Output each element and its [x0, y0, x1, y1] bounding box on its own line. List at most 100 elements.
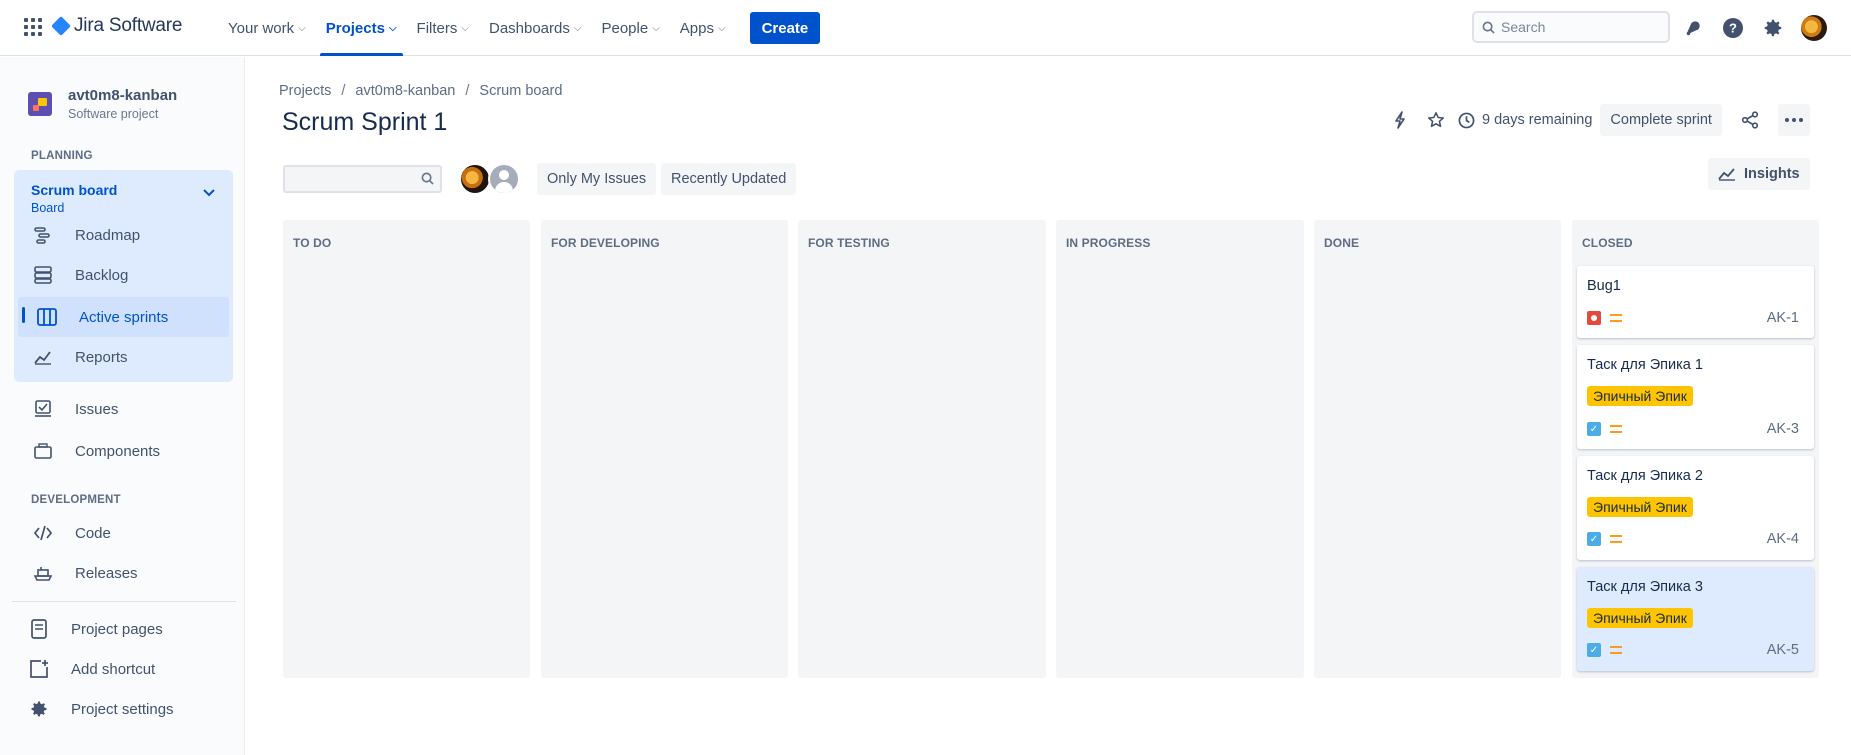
issues-icon: [32, 398, 54, 420]
nav-your-work[interactable]: Your work ⌵: [218, 0, 316, 56]
sidebar-item-label: Releases: [75, 564, 138, 582]
sidebar-item-project-pages[interactable]: Project pages: [10, 611, 225, 647]
issue-card-selected[interactable]: Таск для Эпика 3 Эпичный Эпик ✓ AK-5: [1577, 567, 1814, 671]
epic-label: Эпичный Эпик: [1587, 608, 1693, 628]
nav-label: Apps: [679, 19, 714, 37]
issue-title: Bug1: [1587, 278, 1621, 294]
column-to-do: TO DO: [283, 220, 530, 678]
chevron-down-icon: ⌵: [461, 22, 469, 34]
sidebar-item-issues[interactable]: Issues: [14, 391, 229, 427]
column-title: TO DO: [293, 236, 332, 250]
complete-sprint-button[interactable]: Complete sprint: [1600, 104, 1722, 136]
nav-label: Filters: [416, 19, 458, 37]
sidebar-item-label: Project pages: [71, 620, 163, 638]
sidebar-item-label: Add shortcut: [71, 660, 156, 678]
issue-card[interactable]: Таск для Эпика 2 Эпичный Эпик ✓ AK-4: [1577, 456, 1814, 560]
sidebar-item-label: Project settings: [71, 700, 174, 718]
nav-dashboards[interactable]: Dashboards ⌵: [479, 0, 591, 56]
breadcrumb: Projects / avt0m8-kanban / Scrum board: [279, 83, 562, 99]
board-filter-search[interactable]: [283, 165, 442, 193]
sidebar-item-code[interactable]: Code: [14, 515, 229, 551]
nav-filters[interactable]: Filters ⌵: [407, 0, 479, 56]
board-search-input[interactable]: [291, 167, 411, 191]
jira-diamond-icon: [51, 16, 71, 36]
column-title: IN PROGRESS: [1066, 236, 1151, 250]
help-icon[interactable]: ?: [1721, 16, 1745, 40]
nav-people[interactable]: People ⌵: [591, 0, 669, 56]
board-subtitle: Board: [31, 201, 65, 215]
project-header[interactable]: avt0m8-kanban Software project: [28, 87, 177, 121]
days-remaining: 9 days remaining: [1458, 112, 1592, 129]
task-type-icon: ✓: [1587, 422, 1601, 436]
insights-chart-icon: [1718, 168, 1735, 181]
breadcrumb-project[interactable]: avt0m8-kanban: [355, 83, 455, 99]
user-avatar[interactable]: [1801, 15, 1827, 41]
issue-key[interactable]: AK-4: [1767, 531, 1799, 547]
chevron-down-icon[interactable]: [203, 186, 215, 200]
breadcrumb-board[interactable]: Scrum board: [479, 83, 562, 99]
sprint-actions: 9 days remaining Complete sprint: [1384, 104, 1810, 136]
recently-updated-filter[interactable]: Recently Updated: [661, 163, 797, 195]
share-icon[interactable]: [1734, 104, 1766, 136]
sidebar-item-components[interactable]: Components: [14, 433, 229, 469]
issue-key[interactable]: AK-5: [1767, 642, 1799, 658]
column-title: FOR DEVELOPING: [551, 236, 660, 250]
nav-apps[interactable]: Apps ⌵: [670, 0, 736, 56]
issue-card[interactable]: Bug1 AK-1: [1577, 266, 1814, 338]
issue-card[interactable]: Таск для Эпика 1 Эпичный Эпик ✓ AK-3: [1577, 345, 1814, 449]
jira-logo[interactable]: Jira Software: [51, 15, 182, 37]
task-type-icon: ✓: [1587, 643, 1601, 657]
search-input[interactable]: [1501, 19, 1651, 35]
board-selector[interactable]: Scrum board Board: [31, 182, 117, 215]
priority-medium-icon: [1610, 314, 1622, 322]
planning-section-label: PLANNING: [31, 150, 93, 162]
column-in-progress: IN PROGRESS: [1056, 220, 1304, 678]
reports-icon: [32, 346, 54, 368]
days-remaining-text: 9 days remaining: [1482, 112, 1593, 128]
sidebar-item-label: Active sprints: [79, 308, 169, 326]
priority-medium-icon: [1610, 425, 1622, 433]
chevron-down-icon: ⌵: [652, 22, 660, 34]
settings-gear-icon[interactable]: [1761, 16, 1785, 40]
project-avatar-icon: [28, 92, 52, 116]
issue-key[interactable]: AK-1: [1767, 310, 1799, 326]
global-search[interactable]: [1472, 11, 1670, 43]
nav-projects[interactable]: Projects ⌵: [316, 0, 407, 56]
create-button[interactable]: Create: [749, 12, 821, 44]
board-columns-icon: [36, 306, 58, 328]
sidebar-item-releases[interactable]: Releases: [14, 555, 229, 591]
notifications-icon[interactable]: [1681, 16, 1705, 40]
sidebar-item-reports[interactable]: Reports: [14, 339, 229, 375]
development-section-label: DEVELOPMENT: [31, 494, 121, 506]
nav-label: People: [601, 19, 649, 37]
sidebar-item-backlog[interactable]: Backlog: [14, 257, 229, 293]
sidebar-item-label: Backlog: [75, 266, 129, 284]
sidebar-item-add-shortcut[interactable]: Add shortcut: [10, 651, 225, 687]
sidebar-item-label: Code: [75, 524, 111, 542]
issue-title: Таск для Эпика 1: [1587, 357, 1703, 373]
roadmap-icon: [32, 224, 54, 246]
insights-button[interactable]: Insights: [1708, 158, 1810, 190]
nav-label: Your work: [228, 19, 295, 37]
svg-text:?: ?: [1729, 21, 1737, 36]
search-icon: [1482, 21, 1495, 34]
unassigned-avatar-filter[interactable]: [488, 163, 520, 195]
priority-medium-icon: [1610, 646, 1622, 654]
project-type: Software project: [68, 107, 159, 121]
sidebar-item-roadmap[interactable]: Roadmap: [14, 217, 229, 253]
column-for-testing: FOR TESTING: [798, 220, 1046, 678]
releases-icon: [32, 562, 54, 584]
app-switcher-icon[interactable]: [24, 18, 42, 36]
column-title: CLOSED: [1582, 236, 1633, 250]
sidebar-item-project-settings[interactable]: Project settings: [10, 691, 225, 727]
sidebar-divider: [12, 601, 236, 602]
column-title: DONE: [1324, 236, 1360, 250]
more-actions-icon[interactable]: [1777, 104, 1810, 136]
breadcrumb-projects[interactable]: Projects: [279, 83, 331, 99]
lightning-icon[interactable]: [1384, 104, 1416, 136]
star-icon[interactable]: [1420, 104, 1452, 136]
assignee-avatar-filter[interactable]: [459, 163, 491, 195]
only-my-issues-filter[interactable]: Only My Issues: [537, 163, 657, 195]
issue-key[interactable]: AK-3: [1767, 421, 1799, 437]
sidebar-item-active-sprints[interactable]: Active sprints: [18, 297, 229, 337]
